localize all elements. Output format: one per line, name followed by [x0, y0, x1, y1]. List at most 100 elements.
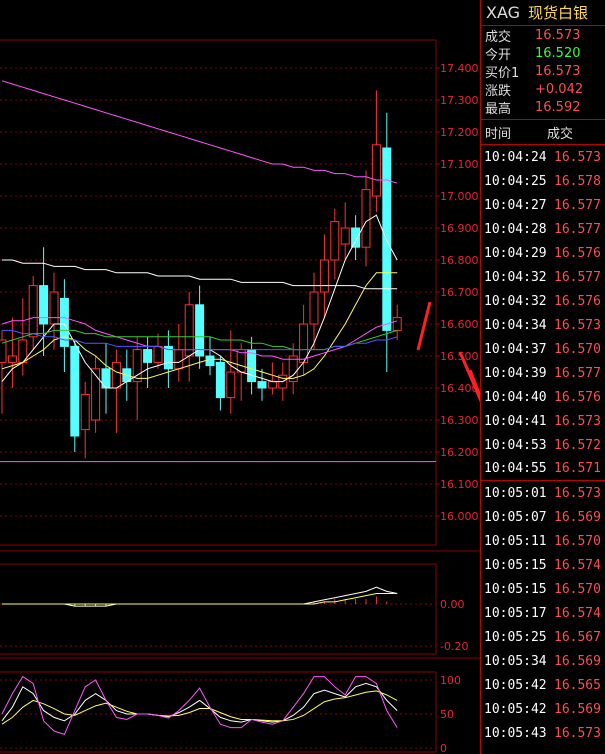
trade-time: 10:04:27	[484, 197, 547, 213]
candle-body	[80, 393, 90, 431]
trades-list[interactable]: 10:04:24 16.573 10:04:25 16.578 10:04:27 16.5…	[481, 145, 605, 745]
ma-line-ma240	[2, 259, 398, 290]
trend-arrow	[416, 301, 432, 351]
trade-row[interactable]: 10:04:55 16.571	[481, 457, 605, 481]
candle-body	[319, 259, 329, 293]
symbol-header: XAG 现货白银	[481, 0, 605, 26]
trade-row[interactable]: 10:05:34 16.569	[481, 649, 605, 673]
trade-time: 10:04:24	[484, 149, 547, 165]
kdj-tick-label: 50	[440, 708, 454, 721]
trade-time: 10:04:34	[484, 317, 547, 333]
trade-time: 10:04:32	[484, 293, 547, 309]
trade-row[interactable]: 10:05:17 16.574	[481, 601, 605, 625]
trade-row[interactable]: 10:04:34 16.573	[481, 313, 605, 337]
quote-panel: 成交 16.573 今开 16.520 买价1 16.573 涨跌 +0.042…	[481, 26, 605, 120]
candle-body	[257, 381, 267, 389]
trade-row[interactable]: 10:04:32 16.576	[481, 289, 605, 313]
kline-chart-area[interactable]: 17.400 17.300 17.200 17.100 17.000 16.900 16.8…	[0, 0, 480, 754]
trade-time: 10:05:01	[484, 485, 547, 501]
quote-row: 最高 16.592	[481, 98, 605, 117]
trade-price: 16.565	[554, 677, 601, 693]
trade-row[interactable]: 10:05:11 16.570	[481, 529, 605, 553]
trade-price: 16.576	[554, 293, 601, 309]
candle-body	[7, 355, 17, 363]
candle-body	[39, 285, 49, 325]
candle-body	[70, 345, 80, 437]
trade-price: 16.578	[554, 173, 601, 189]
trade-row[interactable]: 10:04:41 16.573	[481, 409, 605, 433]
trade-time: 10:04:25	[484, 173, 547, 189]
quote-value: 16.573	[535, 27, 581, 43]
candle-body	[153, 345, 163, 363]
quote-row: 涨跌 +0.042	[481, 80, 605, 99]
trade-time: 10:04:39	[484, 365, 547, 381]
trade-time: 10:04:29	[484, 245, 547, 261]
trade-time: 10:05:15	[484, 581, 547, 597]
trade-row[interactable]: 10:05:42 16.569	[481, 697, 605, 721]
trade-row[interactable]: 10:05:43 16.573	[481, 721, 605, 745]
trade-price: 16.570	[554, 533, 601, 549]
price-tick-label: 17.200	[440, 126, 479, 139]
candle-body	[361, 189, 371, 248]
quote-label: 最高	[485, 101, 512, 117]
trade-price: 16.577	[554, 365, 601, 381]
macd-dea-line	[2, 593, 398, 605]
price-tick-label: 16.800	[440, 254, 479, 267]
trade-row[interactable]: 10:05:15 16.570	[481, 577, 605, 601]
kdj-j-line	[1, 675, 398, 736]
trade-time: 10:04:53	[484, 437, 547, 453]
trade-row[interactable]: 10:04:25 16.578	[481, 169, 605, 193]
trade-price: 16.570	[554, 341, 601, 357]
trades-price-header: 成交	[547, 126, 574, 142]
trade-price: 16.577	[554, 221, 601, 237]
trade-price: 16.574	[554, 605, 601, 621]
trade-time: 10:04:37	[484, 341, 547, 357]
quote-value: +0.042	[535, 81, 584, 97]
price-tick-label: 16.600	[440, 318, 479, 331]
symbol-name: 现货白银	[528, 4, 589, 22]
quote-label: 买价1	[485, 65, 520, 81]
candle-body	[174, 349, 184, 370]
trade-row[interactable]: 10:04:37 16.570	[481, 337, 605, 361]
quote-label: 涨跌	[485, 83, 512, 99]
trade-row[interactable]: 10:04:39 16.577	[481, 361, 605, 385]
trade-row[interactable]: 10:05:15 16.574	[481, 553, 605, 577]
trade-row[interactable]: 10:05:42 16.565	[481, 673, 605, 697]
trade-row[interactable]: 10:05:25 16.567	[481, 625, 605, 649]
candle-body	[215, 361, 225, 399]
price-tick-label: 17.100	[440, 158, 479, 171]
trade-price: 16.576	[554, 245, 601, 261]
trade-row[interactable]: 10:04:24 16.573	[481, 145, 605, 169]
trade-row[interactable]: 10:05:07 16.569	[481, 505, 605, 529]
candle-body	[309, 291, 319, 325]
kline-chart[interactable]: 17.400 17.300 17.200 17.100 17.000 16.900 16.8…	[0, 0, 480, 754]
quote-value: 16.592	[535, 99, 581, 115]
trade-row[interactable]: 10:04:29 16.576	[481, 241, 605, 265]
trade-row[interactable]: 10:04:27 16.577	[481, 193, 605, 217]
symbol-code: XAG	[486, 3, 521, 22]
trade-row[interactable]: 10:04:32 16.577	[481, 265, 605, 289]
trade-price: 16.570	[554, 581, 601, 597]
macd-panel-frame	[0, 563, 437, 655]
trade-row[interactable]: 10:05:01 16.573	[481, 481, 605, 505]
candle-body	[111, 361, 121, 389]
candle-body	[392, 317, 402, 331]
trade-row[interactable]: 10:04:40 16.576	[481, 385, 605, 409]
trade-time: 10:05:11	[484, 533, 547, 549]
quote-value: 16.520	[535, 45, 581, 61]
trade-time: 10:05:17	[484, 605, 547, 621]
price-tick-label: 16.000	[440, 510, 479, 523]
trade-price: 16.577	[554, 269, 601, 285]
macd-tick-label: 0.00	[440, 598, 465, 611]
trade-time: 10:05:34	[484, 653, 547, 669]
trade-time: 10:04:28	[484, 221, 547, 237]
trade-row[interactable]: 10:04:28 16.577	[481, 217, 605, 241]
trade-price: 16.573	[554, 413, 601, 429]
trade-price: 16.572	[554, 437, 601, 453]
price-tick-label: 16.200	[440, 446, 479, 459]
candle-body	[143, 349, 153, 363]
quote-row: 成交 16.573	[481, 26, 605, 45]
trade-row[interactable]: 10:04:53 16.572	[481, 433, 605, 457]
kdj-tick-label: 0	[440, 742, 447, 754]
kdj-d-line	[1, 690, 398, 725]
